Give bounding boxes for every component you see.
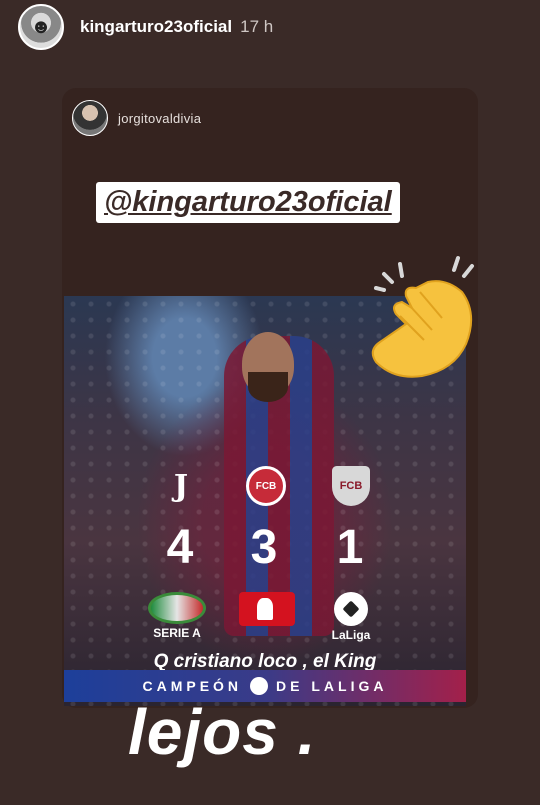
story-timestamp: 17 h <box>240 17 274 36</box>
serie-a-label: SERIE A <box>153 626 201 640</box>
barcelona-title-count: 1 <box>336 521 364 574</box>
laliga-ball-icon <box>250 677 269 695</box>
bundesliga-logo-icon <box>239 592 295 626</box>
bundesliga-league <box>232 592 302 628</box>
repost-avatar[interactable] <box>72 100 108 136</box>
story-text-overlay: lejos . <box>128 696 317 768</box>
juventus-logo-icon: J <box>173 468 189 504</box>
repost-username[interactable]: jorgitovaldivia <box>118 111 201 126</box>
story-header: ☻ kingarturo23oficial 17 h <box>18 4 273 50</box>
serie-a-league: SERIE A <box>142 592 212 640</box>
serie-a-logo-icon <box>148 592 206 624</box>
barcelona-logo-icon: FCB <box>332 466 370 506</box>
mention-sticker[interactable]: @kingarturo23oficial <box>96 182 400 223</box>
player-beard <box>248 372 288 402</box>
bayern-logo-icon: FCB <box>246 466 286 506</box>
story-username[interactable]: kingarturo23oficial <box>80 17 232 37</box>
repost-header: jorgitovaldivia <box>72 100 201 136</box>
laliga-label: LaLiga <box>331 628 371 642</box>
clapping-hands-icon <box>371 256 474 378</box>
juventus-title-count: 4 <box>166 521 194 574</box>
banner-right-text: DE LALIGA <box>276 678 388 694</box>
laliga-logo-icon <box>334 592 368 626</box>
bayern-title-count: 3 <box>250 521 278 574</box>
banner-left-text: CAMPEÓN <box>142 678 243 694</box>
story-avatar[interactable]: ☻ <box>18 4 64 50</box>
laliga-league: LaLiga <box>316 592 386 642</box>
